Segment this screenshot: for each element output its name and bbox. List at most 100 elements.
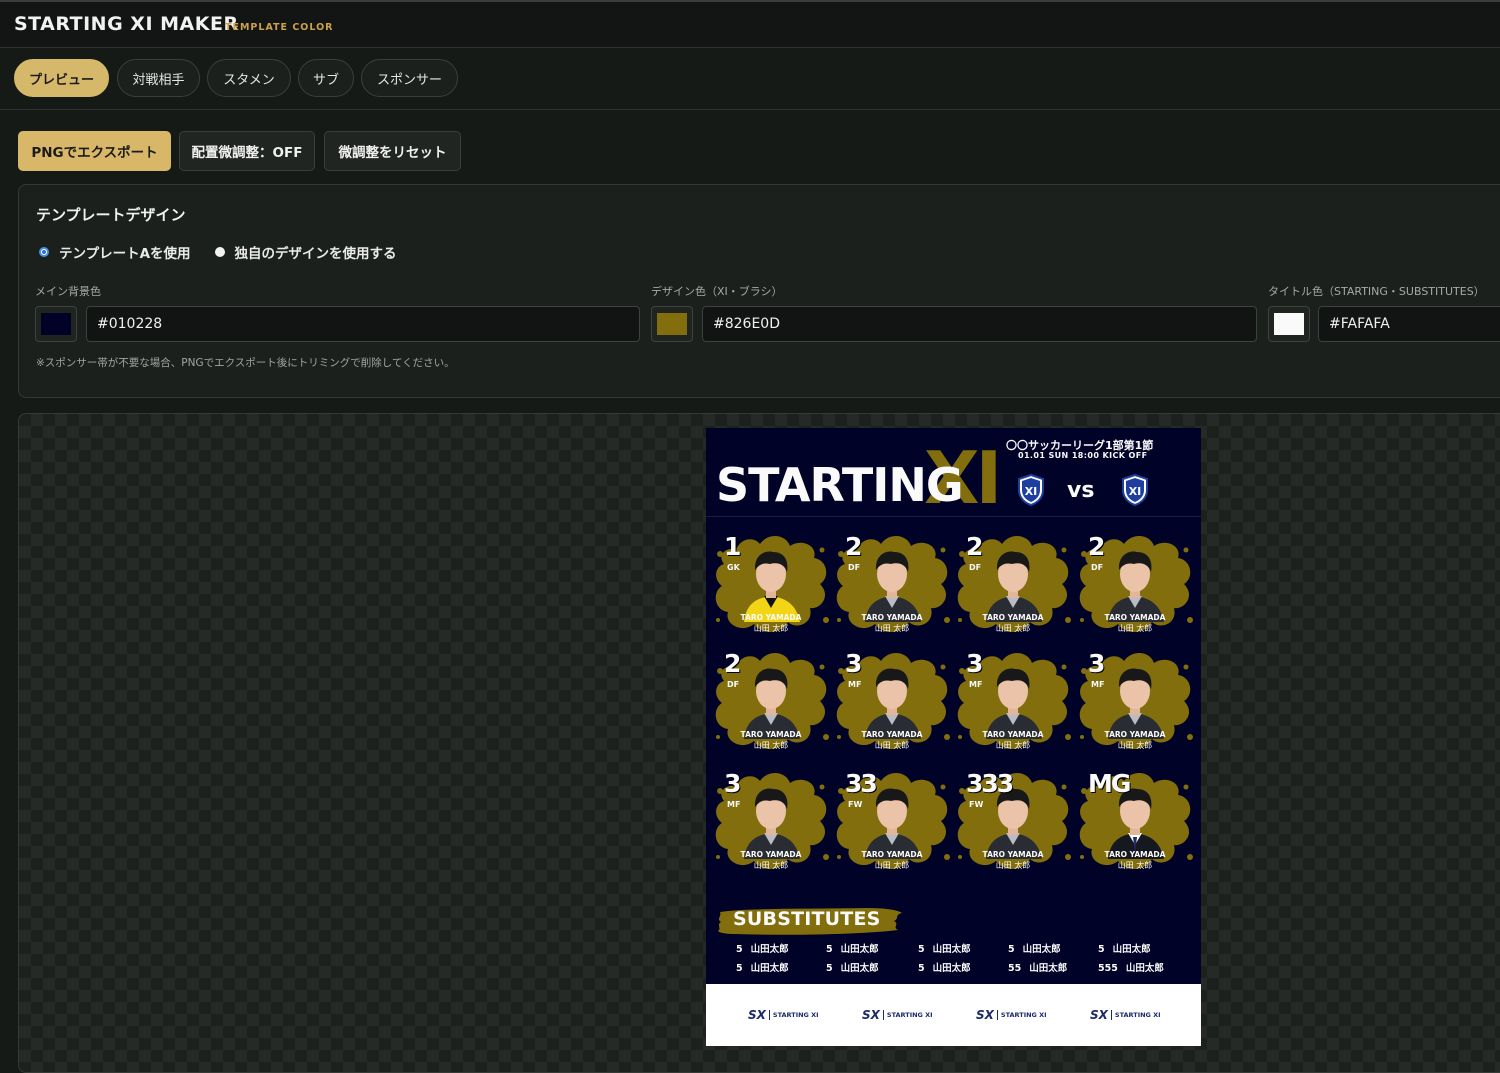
main-bg-color-input[interactable]: #010228 [86, 306, 640, 342]
player-card[interactable]: 333 FW TARO YAMADA 山田 太郎 [952, 761, 1074, 879]
player-card[interactable]: 2 DF TARO YAMADA 山田 太郎 [952, 524, 1074, 642]
player-name-jp: 山田 太郎 [874, 861, 910, 870]
player-name-jp: 山田 太郎 [874, 624, 910, 633]
poster-starting-text: STARTING [716, 458, 964, 512]
substitute-number: 5 [918, 963, 925, 974]
title-color-swatch[interactable] [1268, 306, 1310, 342]
player-name-en: TARO YAMADA [982, 613, 1044, 622]
player-position: FW [969, 800, 984, 809]
player-card[interactable]: 1 GK TARO YAMADA 山田 太郎 [710, 524, 832, 642]
substitutes-title: SUBSTITUTES [733, 908, 881, 930]
app-title: STARTING XI MAKER [14, 13, 239, 35]
player-position: GK [727, 563, 740, 572]
fine-adjust-toggle-button[interactable]: 配置微調整：OFF [179, 131, 315, 171]
substitute-entry: 5 山田太郎 [1098, 941, 1151, 955]
player-name-jp: 山田 太郎 [1117, 624, 1153, 633]
substitutes-heading: SUBSTITUTES [716, 906, 902, 936]
player-card[interactable]: 3 MF TARO YAMADA 山田 太郎 [831, 641, 953, 759]
design-color-swatch[interactable] [651, 306, 693, 342]
substitute-entry: 55 山田太郎 [1008, 960, 1067, 974]
player-name-jp: 山田 太郎 [753, 741, 789, 750]
tab-bar: プレビュー 対戦相手 スタメン サブ スポンサー [0, 48, 1500, 110]
home-crest-icon: XI [1018, 474, 1044, 506]
substitute-number: 5 [826, 963, 833, 974]
player-name-en: TARO YAMADA [740, 613, 802, 622]
design-color-label: デザイン色（XI・ブラシ） [651, 285, 783, 298]
player-card[interactable]: 2 DF TARO YAMADA 山田 太郎 [831, 524, 953, 642]
player-number: 3 [845, 649, 862, 678]
substitute-number: 5 [826, 944, 833, 955]
substitute-number: 5 [1008, 944, 1015, 955]
radio-template-a-label[interactable]: テンプレートAを使用 [59, 242, 191, 262]
sponsor-logo[interactable]: SX STARTING XI [976, 1008, 1047, 1022]
player-card[interactable]: 33 FW TARO YAMADA 山田 太郎 [831, 761, 953, 879]
sponsor-mark: SX [976, 1008, 994, 1022]
player-number: 2 [966, 532, 983, 561]
player-name-en: TARO YAMADA [861, 613, 923, 622]
substitute-entry: 5 山田太郎 [1008, 941, 1061, 955]
player-name-jp: 山田 太郎 [1117, 861, 1153, 870]
tab-starters[interactable]: スタメン [207, 59, 291, 97]
player-card[interactable]: 3 MF TARO YAMADA 山田 太郎 [952, 641, 1074, 759]
player-name-en: TARO YAMADA [861, 850, 923, 859]
lineup-poster[interactable]: XI STARTING 〇〇サッカーリーグ1部第1節 01.01 SUN 18:… [706, 428, 1201, 1046]
player-name-jp: 山田 太郎 [753, 861, 789, 870]
player-name-en: TARO YAMADA [740, 730, 802, 739]
substitute-name: 山田太郎 [840, 944, 879, 955]
substitute-name: 山田太郎 [932, 944, 971, 955]
substitute-number: 5 [736, 963, 743, 974]
player-number: 2 [1088, 532, 1105, 561]
player-number: MG [1088, 769, 1131, 798]
player-card[interactable]: 3 MF TARO YAMADA 山田 太郎 [710, 761, 832, 879]
player-number: 3 [1088, 649, 1105, 678]
sponsor-logo[interactable]: SX STARTING XI [748, 1008, 819, 1022]
tab-opponent[interactable]: 対戦相手 [117, 59, 200, 97]
player-position: FW [848, 800, 863, 809]
player-name-en: TARO YAMADA [1104, 613, 1166, 622]
app-subtitle: TEMPLATE COLOR [225, 22, 334, 33]
player-position: DF [969, 563, 982, 572]
substitute-number: 555 [1098, 963, 1118, 974]
poster-kickoff: 01.01 SUN 18:00 KICK OFF [1018, 451, 1148, 460]
sponsor-text: STARTING XI [1000, 1011, 1047, 1019]
title-color-input[interactable]: #FAFAFA [1318, 306, 1500, 342]
sponsor-mark: SX [862, 1008, 880, 1022]
main-bg-color-swatch[interactable] [35, 306, 77, 342]
radio-template-a[interactable] [39, 247, 49, 257]
player-name-en: TARO YAMADA [861, 730, 923, 739]
template-design-panel: テンプレートデザイン テンプレートAを使用 独自のデザインを使用する メイン背景… [18, 184, 1500, 398]
player-name-en: TARO YAMADA [740, 850, 802, 859]
header-divider [706, 516, 1201, 517]
radio-custom-design-label[interactable]: 独自のデザインを使用する [235, 242, 397, 262]
sponsor-text: STARTING XI [772, 1011, 819, 1019]
player-card[interactable]: 3 MF TARO YAMADA 山田 太郎 [1074, 641, 1196, 759]
export-png-button[interactable]: PNGでエクスポート [18, 131, 171, 171]
player-name-en: TARO YAMADA [1104, 730, 1166, 739]
player-card[interactable]: 2 DF TARO YAMADA 山田 太郎 [1074, 524, 1196, 642]
player-card[interactable]: MG TARO YAMADA 山田 太郎 [1074, 761, 1196, 879]
substitute-entry: 555 山田太郎 [1098, 960, 1164, 974]
player-position: DF [727, 680, 740, 689]
player-position: DF [848, 563, 861, 572]
sponsor-mark: SX [1090, 1008, 1108, 1022]
player-name-jp: 山田 太郎 [1117, 741, 1153, 750]
tab-subs[interactable]: サブ [298, 59, 354, 97]
player-card[interactable]: 2 DF TARO YAMADA 山田 太郎 [710, 641, 832, 759]
player-name-jp: 山田 太郎 [995, 861, 1031, 870]
tab-preview[interactable]: プレビュー [14, 59, 109, 97]
reset-adjust-button[interactable]: 微調整をリセット [324, 131, 461, 171]
app-header: STARTING XI MAKER TEMPLATE COLOR [0, 0, 1500, 48]
substitute-entry: 5 山田太郎 [826, 941, 879, 955]
substitute-entry: 5 山田太郎 [918, 941, 971, 955]
design-color-input[interactable]: #826E0D [702, 306, 1257, 342]
substitute-number: 5 [736, 944, 743, 955]
player-number: 333 [966, 769, 1014, 798]
sponsor-logo[interactable]: SX STARTING XI [862, 1008, 933, 1022]
away-crest-icon: XI [1122, 474, 1148, 506]
sponsor-logo[interactable]: SX STARTING XI [1090, 1008, 1161, 1022]
substitute-name: 山田太郎 [750, 944, 789, 955]
radio-custom-design[interactable] [214, 247, 225, 257]
tab-sponsors[interactable]: スポンサー [361, 59, 458, 97]
substitute-number: 5 [918, 944, 925, 955]
player-position: MF [969, 680, 983, 689]
